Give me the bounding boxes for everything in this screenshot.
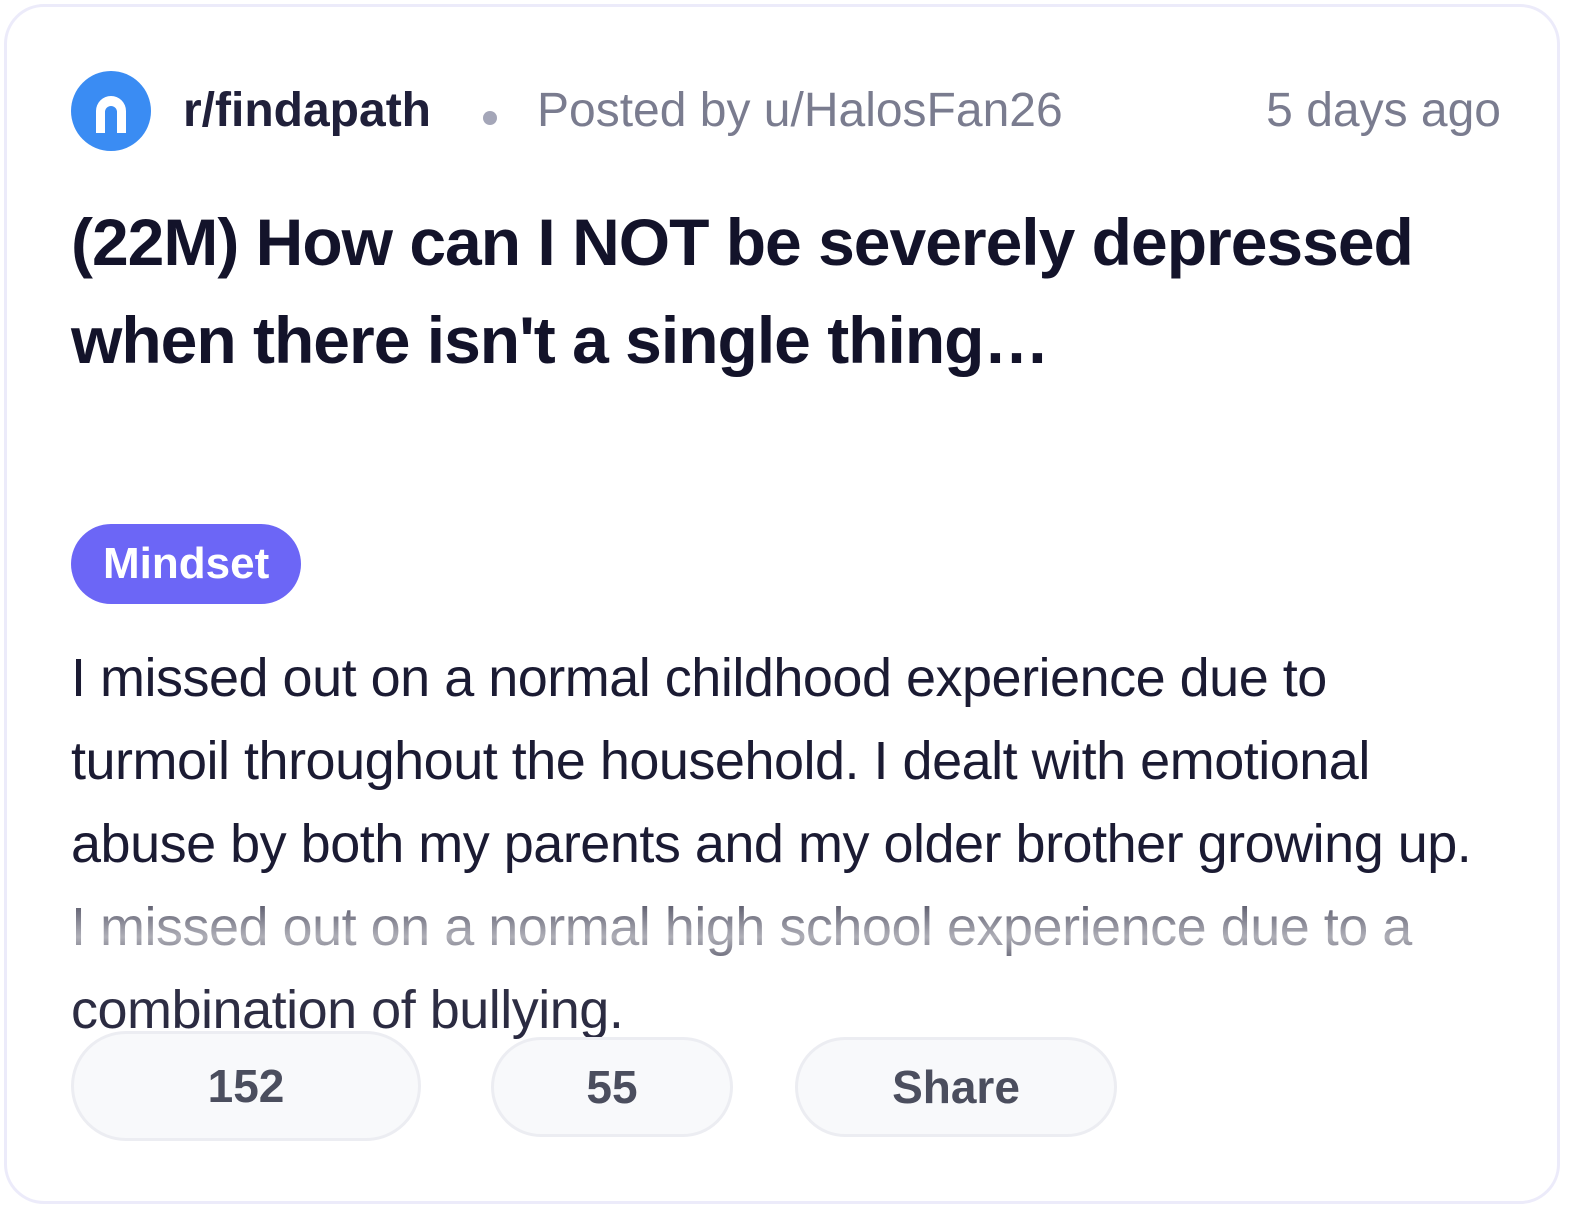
share-button[interactable]: Share [795, 1037, 1117, 1137]
flair-badge[interactable]: Mindset [71, 524, 302, 604]
post-timestamp: 5 days ago [1266, 84, 1501, 137]
posted-by[interactable]: Posted by u/HalosFan26 [537, 85, 1063, 137]
vote-button[interactable]: 152 [71, 1031, 421, 1141]
separator-dot [483, 111, 497, 125]
subreddit-logo-icon[interactable] [71, 71, 151, 151]
post-title[interactable]: (22M) How can I NOT be severely depresse… [71, 193, 1471, 389]
subreddit-name[interactable]: r/findapath [183, 85, 431, 137]
comments-button[interactable]: 55 [491, 1037, 733, 1137]
post-card[interactable]: r/findapath Posted by u/HalosFan26 5 day… [4, 4, 1560, 1204]
post-header: r/findapath Posted by u/HalosFan26 5 day… [71, 71, 1501, 151]
